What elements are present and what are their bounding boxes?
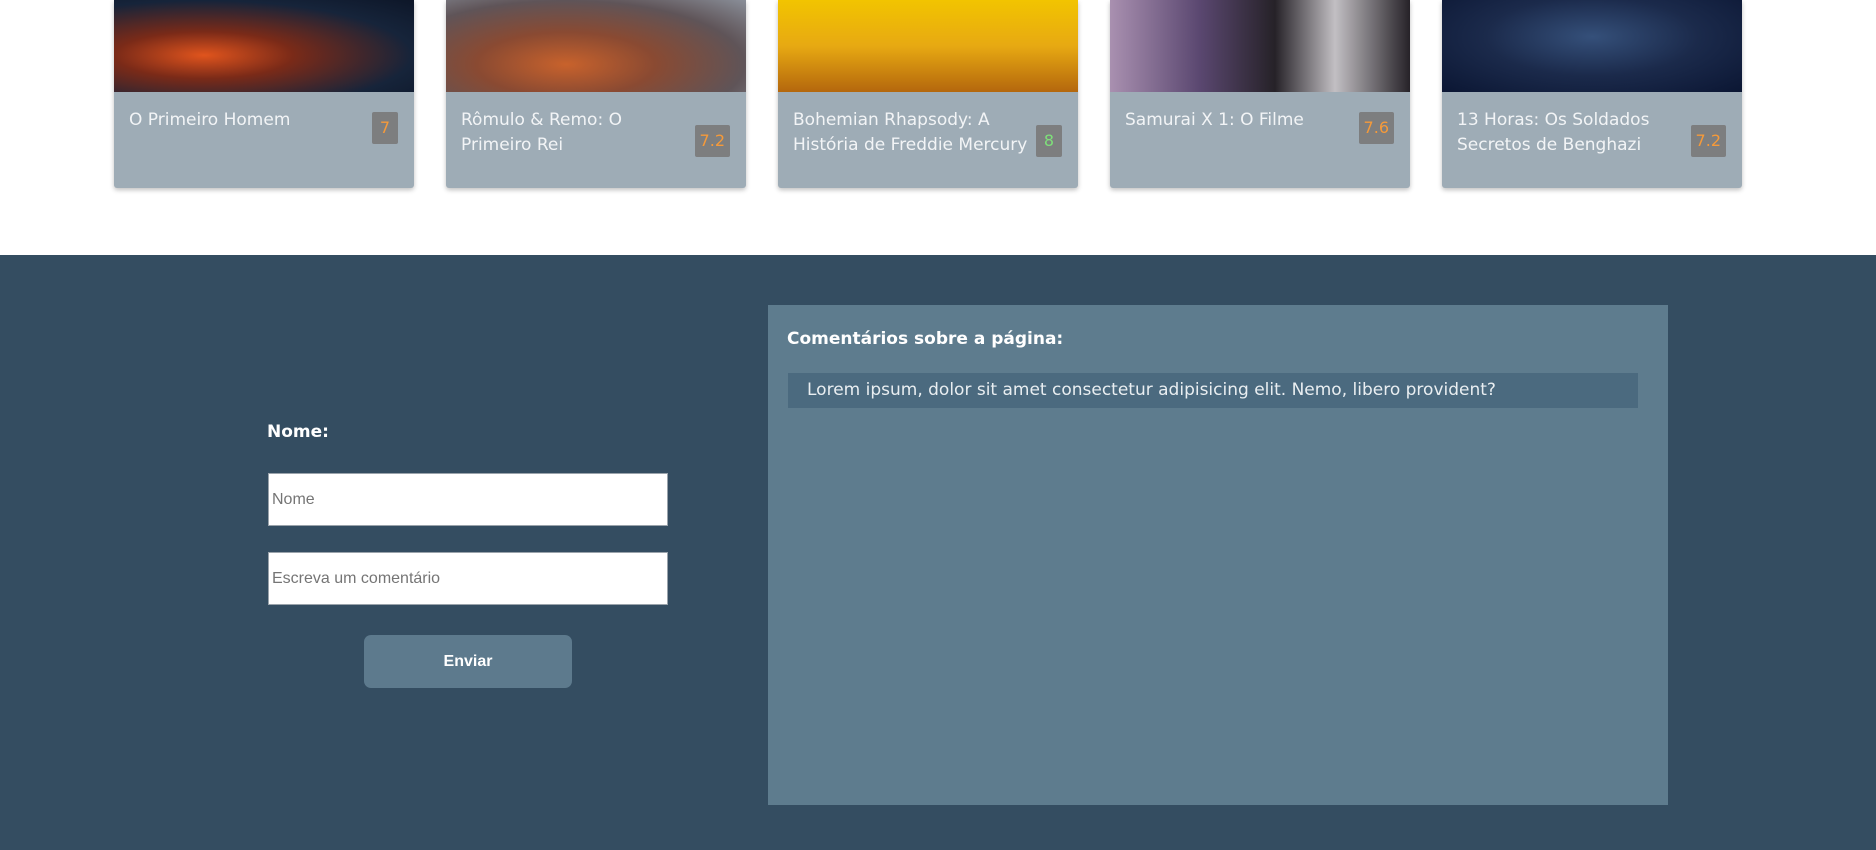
rating-badge: 7.2 xyxy=(694,125,730,157)
movie-title[interactable]: O Primeiro Homem xyxy=(129,108,354,133)
rating-badge: 8 xyxy=(1036,125,1062,157)
comment-input[interactable] xyxy=(268,552,668,605)
movie-card[interactable]: Samurai X 1: O Filme 7.6 xyxy=(1110,0,1410,188)
movie-poster-image[interactable] xyxy=(1442,0,1742,92)
send-button[interactable]: Enviar xyxy=(364,635,572,688)
movie-title[interactable]: Samurai X 1: O Filme xyxy=(1125,108,1350,133)
movies-row: O Primeiro Homem 7 Rômulo & Remo: O Prim… xyxy=(0,0,1876,255)
comments-title: Comentários sobre a página: xyxy=(787,329,1064,349)
movie-title[interactable]: 13 Horas: Os Soldados Secretos de Bengha… xyxy=(1457,108,1682,158)
rating-badge: 7.6 xyxy=(1358,112,1394,144)
movie-poster-image[interactable] xyxy=(1110,0,1410,92)
movie-poster-image[interactable] xyxy=(114,0,414,92)
movie-title[interactable]: Rômulo & Remo: O Primeiro Rei xyxy=(461,108,686,158)
comments-section: Nome: Enviar Comentários sobre a página:… xyxy=(0,255,1876,850)
movie-card[interactable]: Bohemian Rhapsody: A História de Freddie… xyxy=(778,0,1078,188)
movie-card[interactable]: O Primeiro Homem 7 xyxy=(114,0,414,188)
rating-badge: 7.2 xyxy=(1690,125,1726,157)
movie-poster-image[interactable] xyxy=(446,0,746,92)
movie-card[interactable]: 13 Horas: Os Soldados Secretos de Bengha… xyxy=(1442,0,1742,188)
movie-title[interactable]: Bohemian Rhapsody: A História de Freddie… xyxy=(793,108,1033,158)
comments-panel: Comentários sobre a página: Lorem ipsum,… xyxy=(768,305,1668,805)
movie-card[interactable]: Rômulo & Remo: O Primeiro Rei 7.2 xyxy=(446,0,746,188)
name-input[interactable] xyxy=(268,473,668,526)
name-label: Nome: xyxy=(267,422,329,442)
rating-badge: 7 xyxy=(372,112,398,144)
movie-poster-image[interactable] xyxy=(778,0,1078,92)
comment-item: Lorem ipsum, dolor sit amet consectetur … xyxy=(788,373,1638,408)
